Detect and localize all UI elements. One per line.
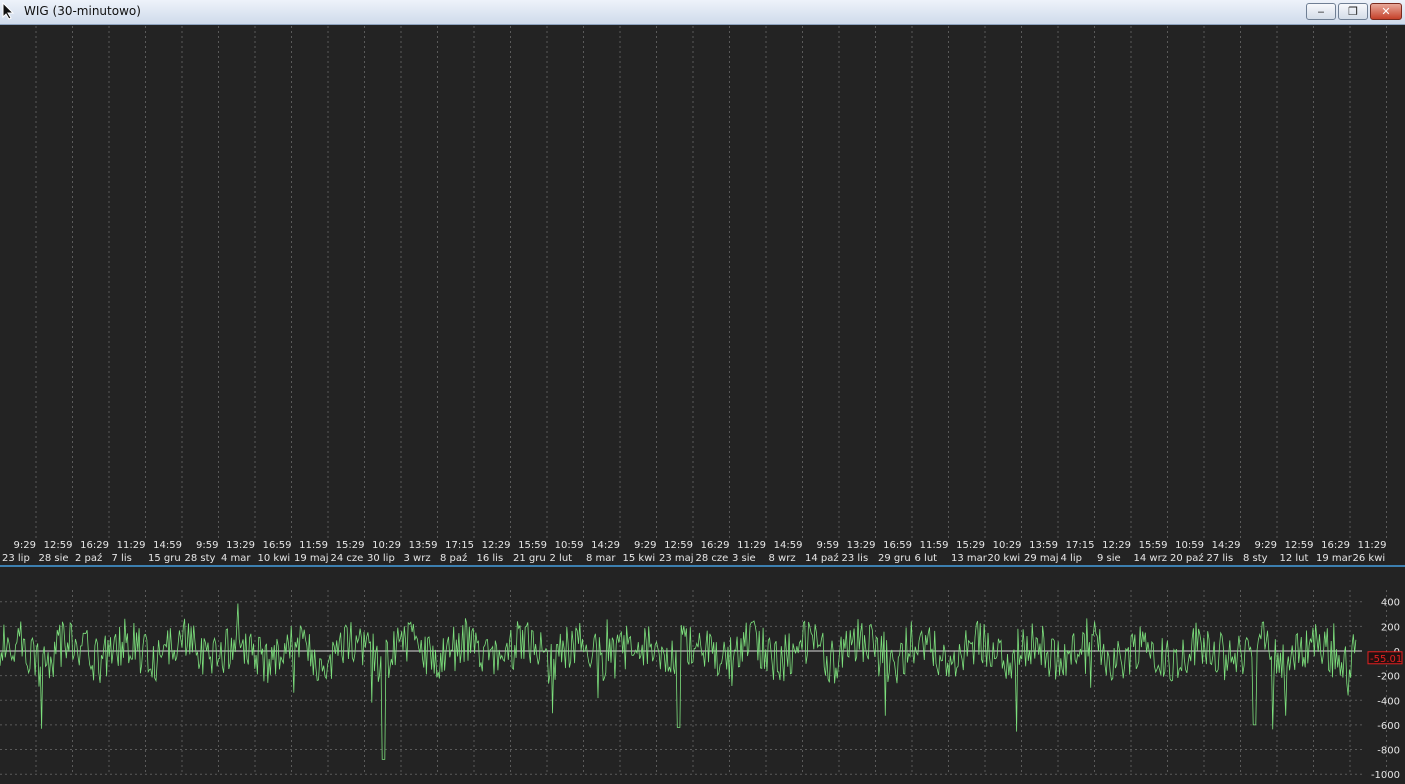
window-title: WIG (30-minutowo) [24,4,141,18]
time-axis-tick-label: 9:29 [1255,540,1277,551]
time-axis-tick-label: 16:59 [263,540,292,551]
time-axis-tick-label: 9:59 [196,540,218,551]
time-axis-tick-label: 14:29 [591,540,620,551]
date-axis-tick-label: 19 mar [1316,553,1353,564]
date-axis-tick-label: 20 kwi [988,553,1021,564]
time-axis-tick-label: 11:29 [1358,540,1387,551]
date-axis-tick-label: 15 kwi [623,553,656,564]
date-axis-tick-label: 2 lut [550,553,573,564]
date-axis-tick-label: 8 paź [440,552,467,564]
oscillator-axis-tick-label: -600 [1377,721,1400,732]
time-axis-tick-label: 15:59 [518,540,547,551]
date-axis-tick-label: 20 paź [1170,552,1204,564]
date-axis-tick-label: 12 lut [1280,553,1309,564]
date-axis-tick-label: 26 kwi [1353,553,1386,564]
date-axis-tick-label: 4 mar [221,553,251,564]
date-axis-tick-label: 23 maj [659,553,694,564]
minimize-icon: ‒ [1317,5,1325,18]
date-axis-tick-label: 14 paź [805,552,839,564]
time-axis-tick-label: 13:29 [847,540,876,551]
time-axis-tick-label: 12:59 [44,540,73,551]
time-axis-tick-label: 9:59 [817,540,839,551]
date-axis-tick-label: 28 cze [696,553,729,564]
time-axis-tick-label: 12:59 [664,540,693,551]
time-axis-tick-label: 15:29 [956,540,985,551]
date-axis-tick-label: 28 sie [39,553,69,564]
time-axis-tick-label: 10:59 [1175,540,1204,551]
date-axis-tick-label: 23 lis [842,553,869,564]
date-axis-tick-label: 8 wrz [769,553,796,564]
time-axis-tick-label: 12:59 [1285,540,1314,551]
chart-area[interactable]: GRR4 tyg.4 tyg.4000042000440004600048000… [0,24,1405,784]
window-titlebar: WIG (30-minutowo) ‒ ❐ ✕ [0,0,1405,25]
oscillator-pane: -1000-800-600-400-2000200400-55.01 [0,598,1403,781]
date-axis-tick-label: 19 maj [294,553,329,564]
date-axis-tick-label: 24 cze [331,553,364,564]
date-axis-tick-label: 29 maj [1024,553,1059,564]
time-axis-tick-label: 10:59 [555,540,584,551]
time-axis-tick-label: 16:29 [1321,540,1350,551]
grid-lines [0,26,1387,775]
date-axis-tick-label: 14 wrz [1134,553,1167,564]
time-axis-tick-label: 12:29 [1102,540,1131,551]
cursor-arrow-icon [2,2,15,20]
date-axis-tick-label: 4 lip [1061,553,1082,564]
time-axis-tick-label: 14:29 [1212,540,1241,551]
date-axis-tick-label: 30 lip [367,553,395,564]
time-axis-tick-label: 17:15 [445,540,474,551]
oscillator-axis-tick-label: -800 [1377,746,1400,757]
time-axis-tick-label: 9:29 [14,540,36,551]
time-axis: 9:2923 lip12:5928 sie16:292 paź11:297 li… [2,540,1387,564]
time-axis-tick-label: 11:29 [117,540,146,551]
oscillator-axis-tick-label: 200 [1381,622,1400,633]
time-axis-tick-label: 13:59 [1029,540,1058,551]
date-axis-tick-label: 3 wrz [404,553,431,564]
time-axis-tick-label: 14:59 [774,540,803,551]
date-axis-tick-label: 15 gru [148,553,181,564]
date-axis-tick-label: 3 sie [732,553,756,564]
time-axis-tick-label: 15:59 [1139,540,1168,551]
time-axis-tick-label: 13:59 [409,540,438,551]
oscillator-axis-tick-label: -200 [1377,672,1400,683]
oscillator-axis-tick-label: -400 [1377,696,1400,707]
date-axis-tick-label: 8 sty [1243,553,1268,564]
oscillator-axis-tick-label: 400 [1381,598,1400,609]
time-axis-tick-label: 10:29 [372,540,401,551]
date-axis-tick-label: 21 gru [513,553,546,564]
close-icon: ✕ [1381,5,1391,18]
date-axis-tick-label: 29 gru [878,553,911,564]
date-axis-tick-label: 6 lut [915,553,938,564]
chart-canvas[interactable]: GRR4 tyg.4 tyg.4000042000440004600048000… [0,24,1405,781]
date-axis-tick-label: 23 lip [2,553,30,564]
close-button[interactable]: ✕ [1370,3,1402,20]
time-axis-tick-label: 11:59 [920,540,949,551]
time-axis-tick-label: 16:29 [80,540,109,551]
time-axis-tick-label: 9:29 [634,540,656,551]
time-axis-tick-label: 17:15 [1066,540,1095,551]
time-axis-tick-label: 12:29 [482,540,511,551]
time-axis-tick-label: 13:29 [226,540,255,551]
time-axis-tick-label: 16:59 [883,540,912,551]
time-axis-tick-label: 10:29 [993,540,1022,551]
date-axis-tick-label: 8 mar [586,553,616,564]
series-line-oscillator [0,603,1357,760]
time-axis-tick-label: 16:29 [701,540,730,551]
maximize-button[interactable]: ❐ [1338,3,1368,20]
time-axis-tick-label: 15:29 [336,540,365,551]
time-axis-tick-label: 11:29 [737,540,766,551]
time-axis-tick-label: 11:59 [299,540,328,551]
date-axis-tick-label: 27 lis [1207,553,1234,564]
date-axis-tick-label: 13 mar [951,553,988,564]
date-axis-tick-label: 28 sty [185,553,216,564]
maximize-icon: ❐ [1348,5,1358,18]
oscillator-value-label: -55.01 [1370,654,1402,665]
time-axis-tick-label: 14:59 [153,540,182,551]
date-axis-tick-label: 9 sie [1097,553,1121,564]
oscillator-axis-tick-label: -1000 [1371,770,1400,780]
date-axis-tick-label: 10 kwi [258,553,291,564]
minimize-button[interactable]: ‒ [1306,3,1336,20]
date-axis-tick-label: 2 paź [75,552,102,564]
date-axis-tick-label: 16 lis [477,553,504,564]
date-axis-tick-label: 7 lis [112,553,132,564]
